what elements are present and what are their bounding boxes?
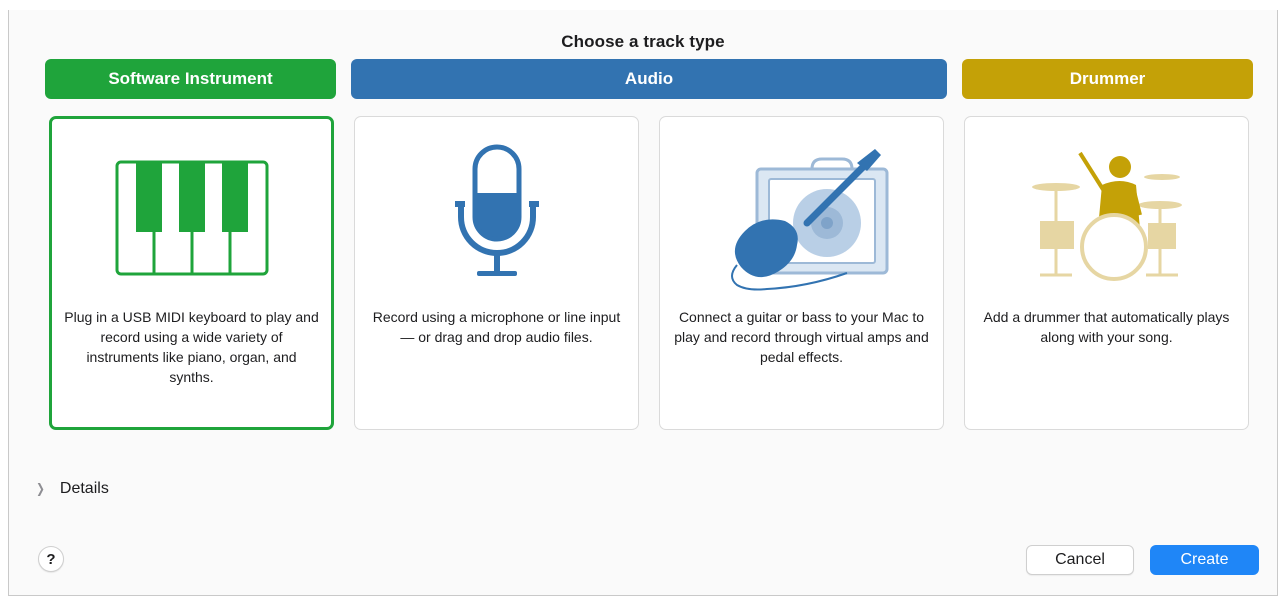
help-button[interactable]: ?	[38, 546, 64, 572]
category-software-instrument[interactable]: Software Instrument	[45, 59, 336, 99]
cancel-button[interactable]: Cancel	[1026, 545, 1134, 575]
guitar-amp-icon	[660, 139, 943, 299]
category-audio[interactable]: Audio	[351, 59, 947, 99]
microphone-icon	[355, 139, 638, 299]
piano-keyboard-icon	[52, 141, 331, 301]
create-button[interactable]: Create	[1150, 545, 1259, 575]
card-audio-guitar[interactable]: Connect a guitar or bass to your Mac to …	[659, 116, 944, 430]
card-description: Add a drummer that automatically plays a…	[983, 309, 1230, 345]
track-type-dialog: Choose a track type Software Instrument …	[8, 10, 1278, 596]
card-description: Plug in a USB MIDI keyboard to play and …	[64, 309, 319, 385]
dialog-title: Choose a track type	[561, 32, 725, 51]
card-drummer[interactable]: Add a drummer that automatically plays a…	[964, 116, 1249, 430]
card-description: Connect a guitar or bass to your Mac to …	[674, 309, 929, 365]
card-audio-microphone[interactable]: Record using a microphone or line input …	[354, 116, 639, 430]
drummer-icon	[965, 139, 1248, 299]
category-drummer[interactable]: Drummer	[962, 59, 1253, 99]
card-software-instrument[interactable]: Plug in a USB MIDI keyboard to play and …	[49, 116, 334, 430]
details-label: Details	[59, 480, 109, 497]
card-description: Record using a microphone or line input …	[372, 309, 621, 345]
details-disclosure[interactable]: ❯ Details	[35, 480, 109, 498]
chevron-right-icon: ❯	[36, 481, 45, 496]
